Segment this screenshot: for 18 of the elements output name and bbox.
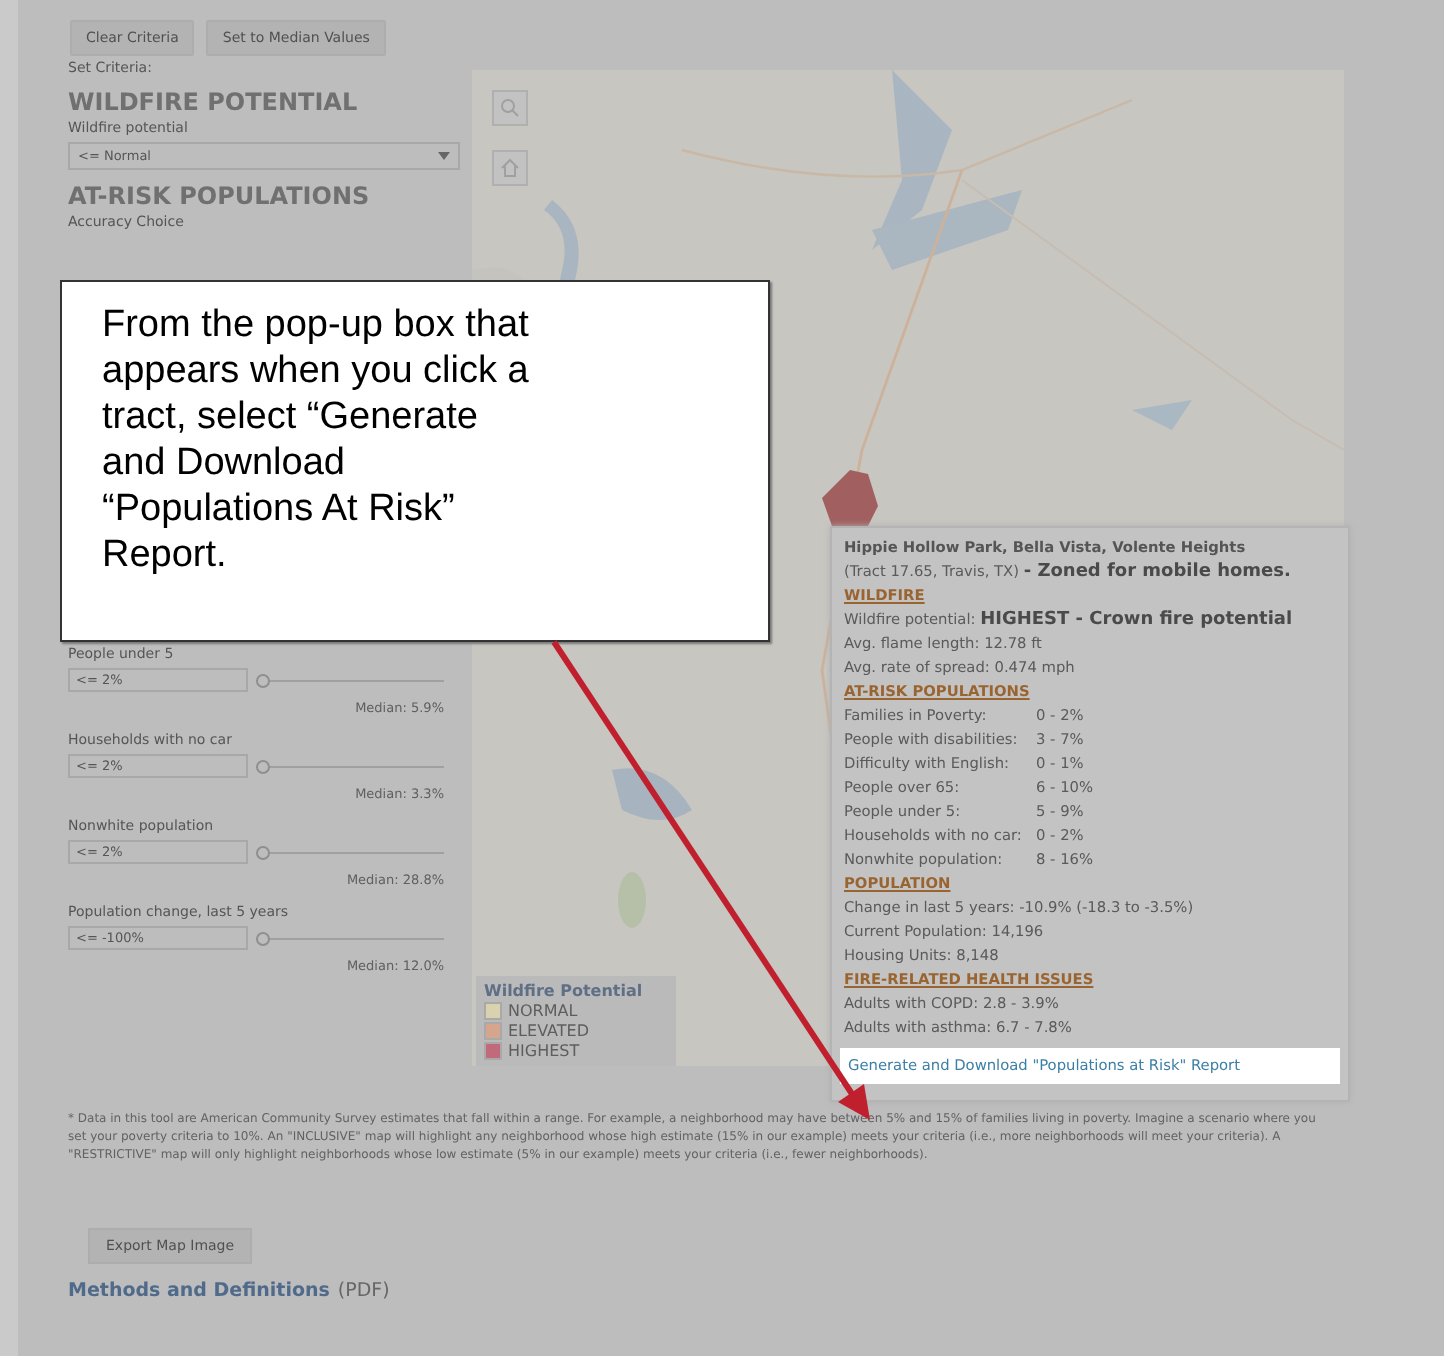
- caret-icon: [438, 152, 450, 160]
- callout-text: From the pop-up box that appears when you click a tract, select “Generate and Download “Populations At Risk” Report.: [102, 302, 531, 578]
- section-heading: AT-RISK POPULATIONS: [68, 182, 372, 210]
- pdf-label: (PDF): [337, 1280, 390, 1302]
- search-button[interactable]: [492, 90, 528, 126]
- slider-thumb[interactable]: [256, 673, 270, 687]
- home-icon: [500, 158, 520, 178]
- methods-link[interactable]: Methods and Definitions: [68, 1280, 330, 1302]
- search-icon: [500, 98, 520, 118]
- legend-title: Wildfire Potential: [484, 982, 645, 1000]
- legend-label: HIGHEST: [508, 1042, 580, 1060]
- slider-thumb[interactable]: [256, 759, 270, 773]
- legend-label: NORMAL: [508, 1002, 578, 1020]
- legend-label: ELEVATED: [508, 1022, 589, 1040]
- home-button[interactable]: [492, 150, 528, 186]
- slider-thumb[interactable]: [256, 845, 270, 859]
- section-heading: WILDFIRE POTENTIAL: [68, 88, 360, 116]
- slider-thumb[interactable]: [256, 931, 270, 945]
